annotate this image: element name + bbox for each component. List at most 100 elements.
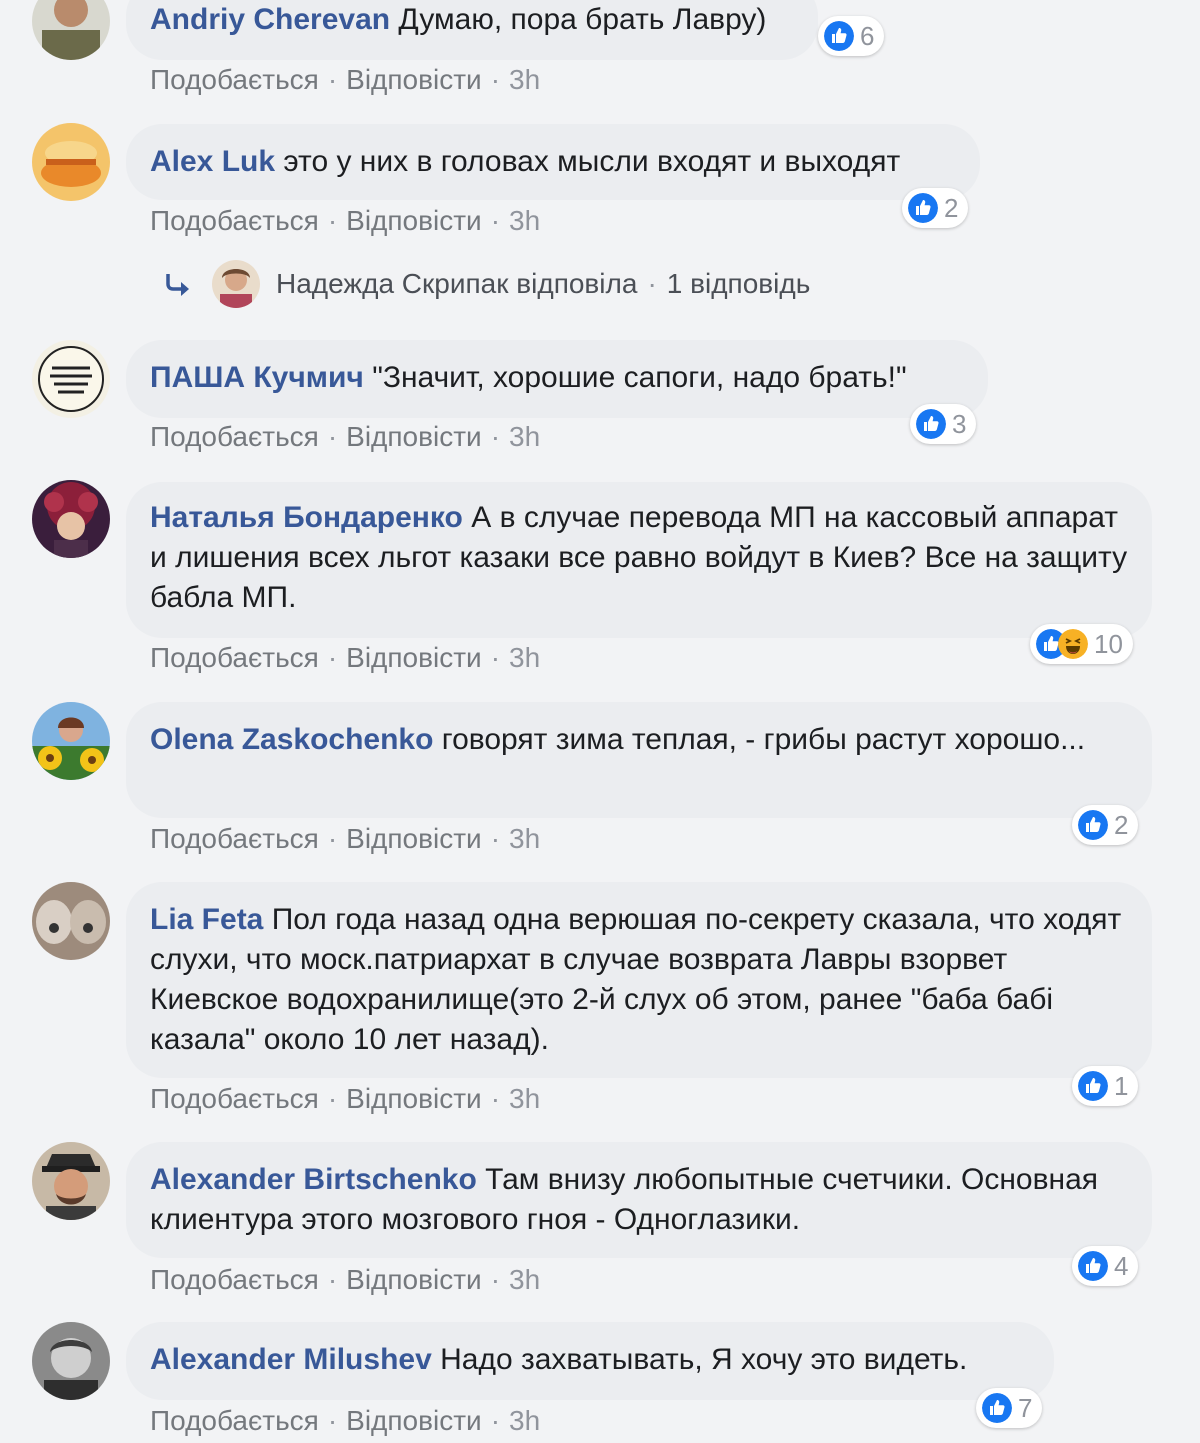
comment-actions: Подобається · Відповісти · 3h (150, 1081, 540, 1117)
haha-reaction-icon (1058, 629, 1088, 659)
timestamp[interactable]: 3h (509, 421, 540, 452)
avatar[interactable] (32, 702, 110, 780)
reply-link[interactable]: Відповісти (346, 421, 482, 452)
comment-actions: Подобається · Відповісти · 3h (150, 821, 540, 857)
timestamp[interactable]: 3h (509, 205, 540, 236)
separator: · (647, 268, 657, 299)
reactions-badge[interactable]: 2 (1072, 805, 1139, 845)
like-link[interactable]: Подобається (150, 205, 319, 236)
separator: · (490, 1405, 501, 1436)
reply-link[interactable]: Відповісти (346, 1405, 482, 1436)
like-reaction-icon (908, 193, 938, 223)
like-link[interactable]: Подобається (150, 421, 319, 452)
separator: · (327, 823, 338, 854)
reply-link[interactable]: Відповісти (346, 205, 482, 236)
avatar[interactable] (32, 480, 110, 558)
comment-bubble: Olena Zaskochenko говорят зима теплая, -… (126, 702, 1152, 818)
comment-bubble: Andriy Cherevan Думаю, пора брать Лавру) (126, 0, 818, 60)
like-reaction-icon (824, 21, 854, 51)
comment-bubble: Alexander Birtschenko Там внизу любопытн… (126, 1142, 1152, 1258)
reply-thread-link[interactable]: Надежда Скрипак відповіла · 1 відповідь (162, 258, 810, 310)
like-link[interactable]: Подобається (150, 823, 319, 854)
timestamp[interactable]: 3h (509, 1405, 540, 1436)
comments-feed: Andriy Cherevan Думаю, пора брать Лавру)… (0, 0, 1200, 1443)
comment-text: Надо захватывать, Я хочу это видеть. (440, 1343, 968, 1376)
reply-link[interactable]: Відповісти (346, 1264, 482, 1295)
reactions-badge[interactable]: 7 (976, 1388, 1043, 1428)
separator: · (490, 421, 501, 452)
reply-arrow-icon (166, 274, 189, 296)
comment-bubble: Alex Luk это у них в головах мысли входя… (126, 124, 980, 200)
like-link[interactable]: Подобається (150, 1083, 319, 1114)
separator: · (327, 642, 338, 673)
timestamp[interactable]: 3h (509, 1083, 540, 1114)
comment-text: это у них в головах мысли входят и выход… (283, 145, 901, 178)
comment-author[interactable]: ПАША Кучмич (150, 361, 364, 394)
avatar[interactable] (32, 1142, 110, 1220)
reaction-count: 7 (1018, 1393, 1033, 1423)
timestamp[interactable]: 3h (509, 1264, 540, 1295)
reaction-count: 1 (1114, 1071, 1129, 1101)
separator: · (327, 205, 338, 236)
reply-link[interactable]: Відповісти (346, 823, 482, 854)
avatar[interactable] (32, 882, 110, 960)
comment-author[interactable]: Alex Luk (150, 145, 275, 178)
like-reaction-icon (1078, 1251, 1108, 1281)
reactions-badge[interactable]: 4 (1072, 1246, 1139, 1286)
reaction-count: 10 (1094, 629, 1123, 659)
reaction-count: 6 (860, 21, 875, 51)
reply-avatar[interactable] (212, 260, 260, 308)
separator: · (490, 1083, 501, 1114)
comment-actions: Подобається · Відповісти · 3h (150, 62, 540, 98)
comment-bubble: Lia Feta Пол года назад одна верюшая по-… (126, 882, 1152, 1078)
reaction-count: 2 (944, 193, 959, 223)
like-link[interactable]: Подобається (150, 642, 319, 673)
comment-text: говорят зима теплая, - грибы растут хоро… (441, 723, 1086, 756)
reply-count[interactable]: 1 відповідь (667, 268, 811, 300)
like-reaction-icon (916, 409, 946, 439)
timestamp[interactable]: 3h (509, 64, 540, 95)
reactions-badge[interactable]: 2 (902, 188, 969, 228)
comment-actions: Подобається · Відповісти · 3h (150, 1403, 540, 1439)
separator: · (327, 64, 338, 95)
reactions-badge[interactable]: 1 (1072, 1066, 1139, 1106)
comment-bubble: Наталья Бондаренко А в случае перевода М… (126, 482, 1152, 638)
separator: · (490, 64, 501, 95)
reactions-badge[interactable]: 10 (1030, 624, 1133, 664)
separator: · (327, 1405, 338, 1436)
like-link[interactable]: Подобається (150, 64, 319, 95)
separator: · (490, 642, 501, 673)
comment-author[interactable]: Andriy Cherevan (150, 3, 390, 36)
reaction-count: 2 (1114, 810, 1129, 840)
reply-link[interactable]: Відповісти (346, 64, 482, 95)
timestamp[interactable]: 3h (509, 642, 540, 673)
reaction-count: 3 (952, 409, 967, 439)
comment-author[interactable]: Olena Zaskochenko (150, 723, 433, 756)
reply-link[interactable]: Відповісти (346, 1083, 482, 1114)
timestamp[interactable]: 3h (509, 823, 540, 854)
separator: · (327, 421, 338, 452)
avatar[interactable] (32, 0, 110, 60)
comment-text: "Значит, хорошие сапоги, надо брать!" (372, 361, 907, 394)
comment-author[interactable]: Alexander Milushev (150, 1343, 432, 1376)
like-reaction-icon (982, 1393, 1012, 1423)
avatar[interactable] (32, 123, 110, 201)
comment-author[interactable]: Lia Feta (150, 903, 263, 936)
reactions-badge[interactable]: 3 (910, 404, 977, 444)
like-link[interactable]: Подобається (150, 1405, 319, 1436)
separator: · (327, 1083, 338, 1114)
comment-author[interactable]: Наталья Бондаренко (150, 501, 463, 534)
separator: · (490, 1264, 501, 1295)
like-link[interactable]: Подобається (150, 1264, 319, 1295)
reactions-badge[interactable]: 6 (818, 16, 885, 56)
comment-author[interactable]: Alexander Birtschenko (150, 1163, 477, 1196)
comment-actions: Подобається · Відповісти · 3h (150, 640, 540, 676)
reply-link[interactable]: Відповісти (346, 642, 482, 673)
avatar[interactable] (32, 1322, 110, 1400)
comment-actions: Подобається · Відповісти · 3h (150, 419, 540, 455)
reply-author[interactable]: Надежда Скрипак відповіла (276, 268, 637, 300)
like-reaction-icon (1078, 1071, 1108, 1101)
like-reaction-icon (1078, 810, 1108, 840)
avatar[interactable] (32, 340, 110, 418)
comment-text: Думаю, пора брать Лавру) (398, 3, 767, 36)
